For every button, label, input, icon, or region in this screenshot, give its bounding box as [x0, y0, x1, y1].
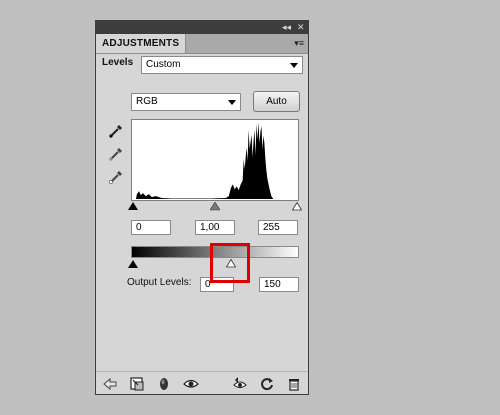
view-previous-icon[interactable]	[232, 376, 248, 392]
close-icon[interactable]: ✕	[297, 22, 305, 33]
adjustments-panel: ◂◂ ✕ ADJUSTMENTS ▾≡ Levels Custom RGB Au…	[95, 20, 309, 395]
white-point-eyedropper-icon[interactable]	[108, 169, 124, 185]
input-gamma-field[interactable]: 1,00	[195, 220, 235, 235]
tab-adjustments[interactable]: ADJUSTMENTS	[96, 34, 186, 53]
gray-point-eyedropper-icon[interactable]	[108, 146, 124, 162]
visibility-eye-icon[interactable]	[183, 376, 199, 392]
collapse-icon[interactable]: ◂◂	[282, 22, 291, 33]
input-black-field[interactable]: 0	[131, 220, 171, 235]
preset-value: Custom	[146, 59, 181, 70]
channel-dropdown[interactable]: RGB	[131, 93, 241, 111]
channel-value: RGB	[136, 96, 158, 107]
highlight-box	[210, 243, 250, 283]
preset-dropdown[interactable]: Custom	[141, 56, 303, 74]
panel-tab-row: ADJUSTMENTS ▾≡	[96, 34, 308, 54]
panel-title-bar[interactable]: ◂◂ ✕	[96, 21, 308, 34]
chevron-down-icon	[228, 100, 236, 105]
output-levels-label: Output Levels:	[127, 277, 192, 288]
panel-bottom-bar	[96, 371, 308, 395]
levels-label: Levels	[102, 57, 134, 68]
auto-button[interactable]: Auto	[253, 91, 300, 112]
panel-menu-icon[interactable]: ▾≡	[294, 38, 304, 49]
black-point-eyedropper-icon[interactable]	[108, 123, 124, 139]
output-white-field[interactable]: 150	[259, 277, 299, 292]
input-gamma-slider[interactable]	[210, 202, 220, 211]
clip-layer-icon[interactable]	[156, 376, 172, 392]
trash-icon[interactable]	[286, 376, 302, 392]
input-white-field[interactable]: 255	[258, 220, 298, 235]
input-black-slider[interactable]	[128, 202, 138, 211]
reset-icon[interactable]	[259, 376, 275, 392]
output-black-slider[interactable]	[128, 260, 138, 269]
histogram	[131, 119, 299, 201]
back-arrow-icon[interactable]	[102, 376, 118, 392]
input-white-slider[interactable]	[292, 202, 302, 211]
expand-view-icon[interactable]	[129, 376, 145, 392]
chevron-down-icon	[290, 63, 298, 68]
